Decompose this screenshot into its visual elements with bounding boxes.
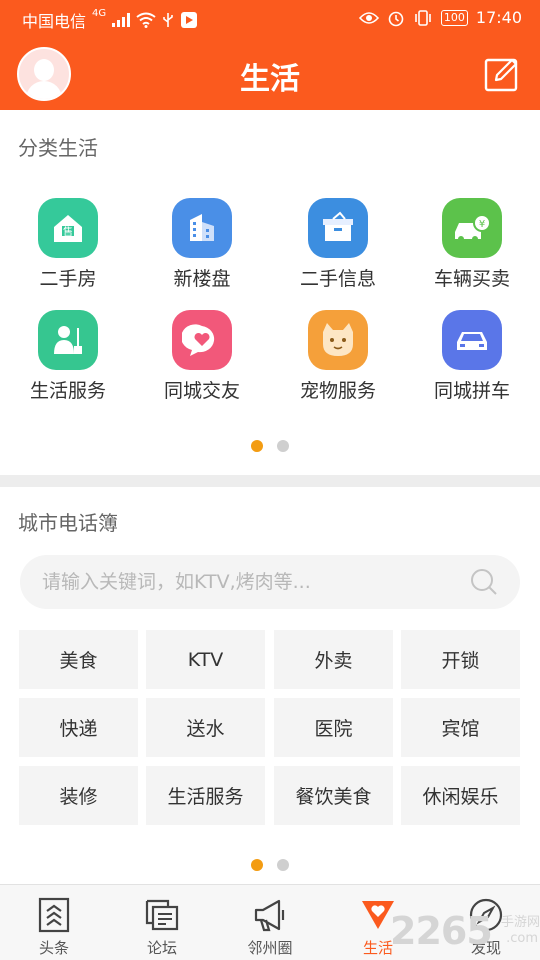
category-label: 二手房	[39, 268, 97, 290]
keyword-item[interactable]: 外卖	[274, 630, 393, 689]
watermark-tagline: 手游网	[500, 915, 540, 930]
eye-icon	[358, 11, 379, 24]
nav-item-neighbor-circle[interactable]: 邻州圈	[216, 885, 324, 960]
nav-label: 头条	[38, 939, 69, 957]
headline-icon	[38, 897, 70, 933]
car-icon	[442, 310, 502, 370]
keyword-item[interactable]: 宾馆	[401, 698, 520, 757]
nav-label: 邻州圈	[247, 939, 293, 957]
nav-label: 论坛	[146, 939, 177, 957]
category-label: 生活服务	[29, 380, 106, 402]
status-time: 17:40	[475, 8, 522, 27]
box-icon	[308, 198, 368, 258]
keyword-item[interactable]: 生活服务	[146, 766, 265, 825]
category-city-dating[interactable]: 同城交友	[142, 310, 262, 403]
category-vehicle-trade[interactable]: ¥ 车辆买卖	[412, 198, 532, 291]
keyword-item[interactable]: 送水	[146, 698, 265, 757]
network-label: 4G	[92, 8, 107, 19]
megaphone-icon	[254, 899, 285, 932]
alarm-icon	[388, 11, 404, 26]
svg-text:售: 售	[63, 225, 73, 238]
carrier-label: 中国电信	[22, 12, 87, 31]
cat-icon	[308, 310, 368, 370]
keyword-item[interactable]: KTV	[146, 630, 265, 689]
category-second-hand-info[interactable]: 二手信息	[278, 198, 398, 291]
keyword-item[interactable]: 开锁	[401, 630, 520, 689]
nav-item-headline[interactable]: 头条	[0, 885, 108, 960]
phonebook-section-title: 城市电话簿	[18, 511, 118, 535]
keyword-item[interactable]: 美食	[19, 630, 138, 689]
category-label: 宠物服务	[299, 380, 376, 402]
building-icon	[172, 198, 232, 258]
section-divider	[0, 475, 540, 487]
keyword-item[interactable]: 休闲娱乐	[401, 766, 520, 825]
keyword-item[interactable]: 医院	[274, 698, 393, 757]
app-header: 生活	[0, 36, 540, 110]
page-title: 生活	[240, 62, 300, 97]
svg-text:¥: ¥	[479, 219, 485, 230]
phonebook-pager	[0, 859, 540, 871]
heart-chat-icon	[172, 310, 232, 370]
category-pager	[0, 440, 540, 452]
pager-dot-active[interactable]	[251, 859, 263, 871]
category-label: 同城交友	[163, 380, 240, 402]
car-sale-icon: ¥	[442, 198, 502, 258]
category-carpool[interactable]: 同城拼车	[412, 310, 532, 403]
cleaner-icon	[38, 310, 98, 370]
category-new-building[interactable]: 新楼盘	[142, 198, 262, 291]
category-label: 车辆买卖	[433, 268, 510, 290]
usb-icon	[163, 13, 173, 27]
category-label: 二手信息	[299, 268, 376, 290]
category-second-hand-house[interactable]: 售 二手房	[8, 198, 128, 291]
watermark-url: .com	[506, 931, 538, 946]
app-notify-icon	[181, 12, 198, 28]
signal-icon	[112, 13, 131, 27]
status-bar: 中国电信 4G 100 17:40	[0, 0, 540, 36]
edit-icon[interactable]	[484, 56, 520, 92]
category-label: 同城拼车	[433, 380, 510, 402]
search-input[interactable]	[42, 555, 462, 609]
house-icon: 售	[38, 198, 98, 258]
vibrate-icon	[415, 9, 431, 26]
forum-icon	[145, 899, 179, 931]
category-label: 新楼盘	[173, 268, 231, 290]
keyword-item[interactable]: 装修	[19, 766, 138, 825]
category-section-title: 分类生活	[18, 136, 98, 160]
pager-dot-active[interactable]	[251, 440, 263, 452]
nav-item-forum[interactable]: 论坛	[108, 885, 216, 960]
pager-dot[interactable]	[277, 440, 289, 452]
pager-dot[interactable]	[277, 859, 289, 871]
search-bar[interactable]	[20, 555, 520, 609]
keyword-item[interactable]: 快递	[19, 698, 138, 757]
category-life-service[interactable]: 生活服务	[8, 310, 128, 403]
keyword-item[interactable]: 餐饮美食	[274, 766, 393, 825]
search-icon[interactable]	[470, 568, 498, 596]
watermark-logo: 2265 手游网 .com	[390, 905, 540, 960]
watermark-brand: 2265	[390, 909, 493, 953]
wifi-icon	[136, 12, 156, 28]
category-pet-service[interactable]: 宠物服务	[278, 310, 398, 403]
battery-icon: 100	[440, 9, 468, 26]
